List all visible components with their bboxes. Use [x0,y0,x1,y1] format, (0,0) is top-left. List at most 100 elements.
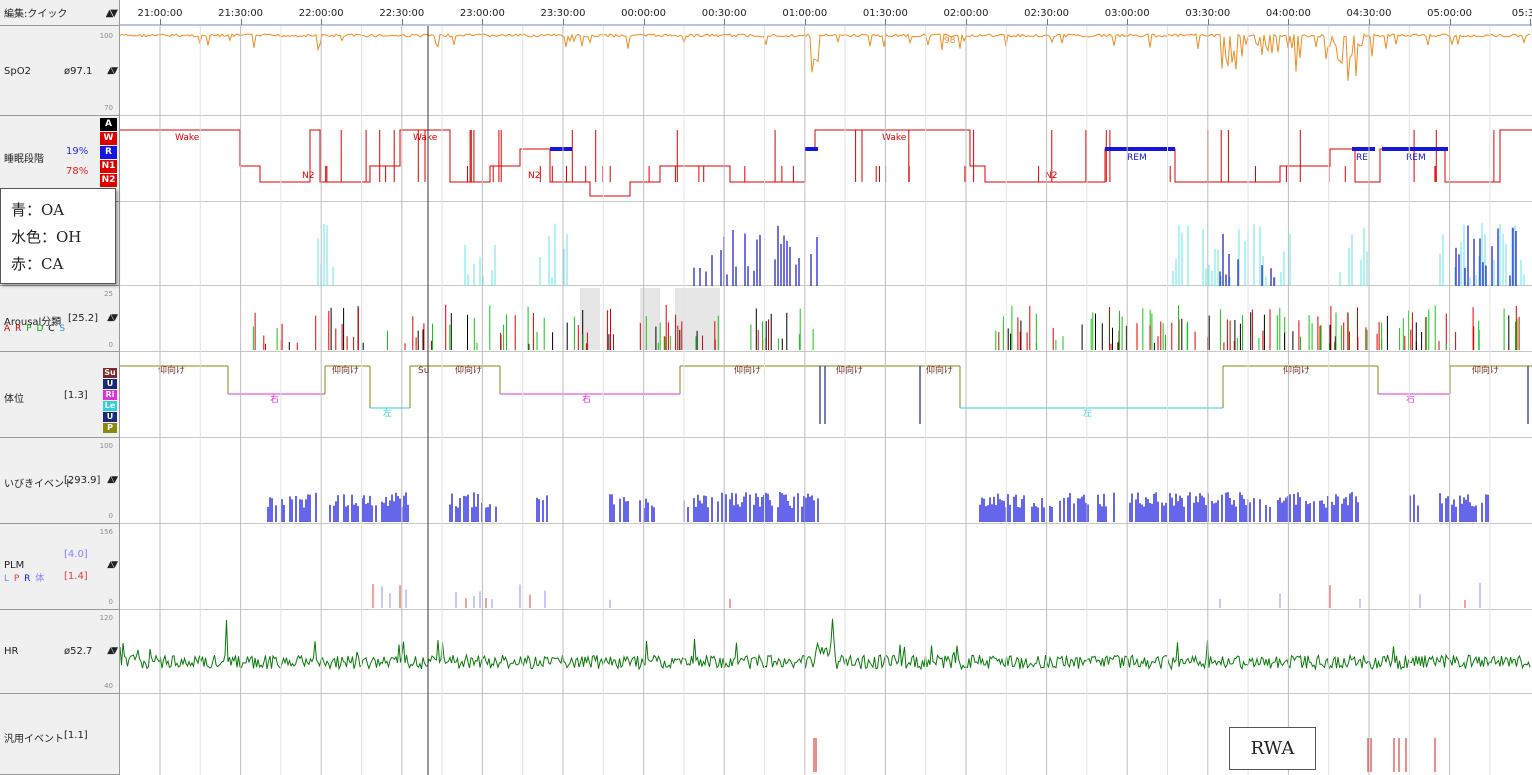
spo2-scale-max: 100 [99,32,113,40]
arousal-type-letters: A R P D C S [4,324,66,334]
time-tick-mark [321,19,323,25]
legend-letter: R [24,574,36,584]
spo2-average: ø97.1 [64,66,93,77]
stage-code-box: N1 [100,160,117,173]
position-annotation: 仰向け [158,364,185,376]
time-tick-label: 03:00:00 [1104,8,1150,19]
arousal-shaded-region [640,288,660,350]
general-events-label: 汎用イベント [4,734,64,745]
rem-bar [1105,147,1175,151]
general-events-track[interactable] [120,694,1532,775]
time-tick-mark [1046,19,1048,25]
edit-mode-label: 編集:クイック [4,9,68,20]
row-label-arousal[interactable]: 25 Arousal分類 [25.2] ▲▼ A R P D C S 0 [0,286,120,352]
plm-track[interactable] [120,524,1532,610]
spo2-arrows-icon[interactable]: ▲▼ [107,66,118,76]
snore-track[interactable] [120,438,1532,524]
time-tick-mark [240,19,242,25]
time-tick-mark [1127,19,1129,25]
rwa-annotation-box[interactable]: RWA [1229,727,1316,770]
arousal-scale-min: 0 [108,341,113,349]
respiratory-events-track[interactable] [120,202,1532,286]
time-tick-label: 21:30:00 [218,8,264,19]
plm-label: PLM [4,560,25,571]
time-tick-label: 05:00:00 [1427,8,1473,19]
legend-letter: P [13,574,25,584]
hr-track[interactable] [120,610,1532,694]
time-tick-mark [1207,19,1209,25]
sleep-stage-track[interactable]: Wake Wake Wake N2 N2 N2 REM RE REM [120,116,1532,202]
position-code-box: Le [103,401,117,411]
position-label: 体位 [4,394,24,405]
time-tick-label: 03:30:00 [1185,8,1231,19]
rem-bar [1382,147,1448,151]
plm-scale-min: 0 [108,598,113,606]
position-annotation: 右 [582,393,591,405]
time-tick-label: 22:00:00 [298,8,344,19]
time-tick-label: 22:30:00 [379,8,425,19]
plm-value-a: [4.0] [64,549,88,560]
position-track[interactable]: 仰向け右 仰向け左 Su 仰向け右 仰向け 仰向け 仰向け左 仰向け右 仰向け [120,352,1532,438]
row-label-position[interactable]: 体位 [1.3] Su U Ri Le U P [0,352,120,438]
time-tick-mark [160,19,161,25]
arousal-track[interactable] [120,286,1532,352]
stage-code-box: N2 [100,174,117,187]
position-code-box: Ri [103,390,117,400]
snore-arrows-icon[interactable]: ▲▼ [107,475,118,485]
snore-scale-min: 0 [108,512,113,520]
arousal-value: [25.2] [68,313,99,324]
hypnogram-trace [120,129,1532,197]
hr-scale-max: 120 [99,614,113,622]
position-code-box: U [103,412,117,422]
time-tick-mark [563,19,564,25]
row-label-hr[interactable]: 120 HR ø52.7 ▲▼ 40 [0,610,120,694]
hr-arrows-icon[interactable]: ▲▼ [107,646,118,656]
hr-label: HR [4,646,19,657]
time-tick-label: 05:30 [1511,8,1532,19]
row-label-general-events[interactable]: 汎用イベント [1.1] [0,694,120,775]
time-tick-label: 23:00:00 [459,8,505,19]
time-tick-label: 04:00:00 [1265,8,1311,19]
time-tick-mark [643,19,645,25]
hr-scale-min: 40 [104,682,113,690]
time-tick-label: 02:00:00 [943,8,989,19]
time-tick-label: 23:30:00 [540,8,586,19]
position-code-box: U [103,379,117,389]
stage-annotation: RE [1356,153,1368,163]
time-tick-label: 02:30:00 [1024,8,1070,19]
time-axis: 21:00:00 21:30:00 22:00:00 22:30:00 23:00:00… [120,0,1532,26]
time-tick-mark [1449,19,1451,25]
time-tick-mark [1530,19,1532,25]
time-tick-mark [885,19,887,25]
position-annotation: 左 [383,407,392,419]
position-annotation: 右 [1406,393,1415,405]
spo2-track[interactable]: 98 [120,26,1532,116]
position-annotation: 仰向け [1472,364,1499,376]
position-code-box: P [103,423,117,433]
legend-letter: A [4,324,16,334]
sleep-stage-label: 睡眠段階 [4,154,44,165]
row-label-plm[interactable]: 156 [4.0] PLM ▲▼ L P R 体 [1.4] 0 [0,524,120,610]
plm-arrows-icon[interactable]: ▲▼ [107,560,118,570]
position-annotation: 仰向け [455,364,482,376]
spo2-scale-min: 70 [104,104,113,112]
position-annotation: 仰向け [734,364,761,376]
general-events-value: [1.1] [64,730,88,741]
sort-arrows-icon[interactable]: ▲▼ [106,8,119,19]
row-label-snore[interactable]: 100 いびきイベント [293.9] ▲▼ 0 [0,438,120,524]
arousal-arrows-icon[interactable]: ▲▼ [107,313,118,323]
time-tick-label: 21:00:00 [137,8,183,19]
stage-annotation: N2 [528,171,540,181]
position-annotation: 仰向け [836,364,863,376]
edit-mode-header[interactable]: 編集:クイック ▲▼ [0,0,120,26]
position-annotation: 仰向け [926,364,953,376]
spo2-inline-value: 98 [944,36,956,46]
position-annotation: 仰向け [1283,364,1310,376]
plm-value-b: [1.4] [64,571,88,582]
hr-average: ø52.7 [64,646,93,657]
row-label-spo2[interactable]: 100 SpO2 ø97.1 ▲▼ 70 [0,26,120,116]
stage-annotation: REM [1127,153,1147,163]
respiratory-legend-popup: 青：OA 水色：OH 赤：CA [0,188,116,284]
legend-letter: R [15,324,27,334]
spo2-trace [120,33,1531,81]
